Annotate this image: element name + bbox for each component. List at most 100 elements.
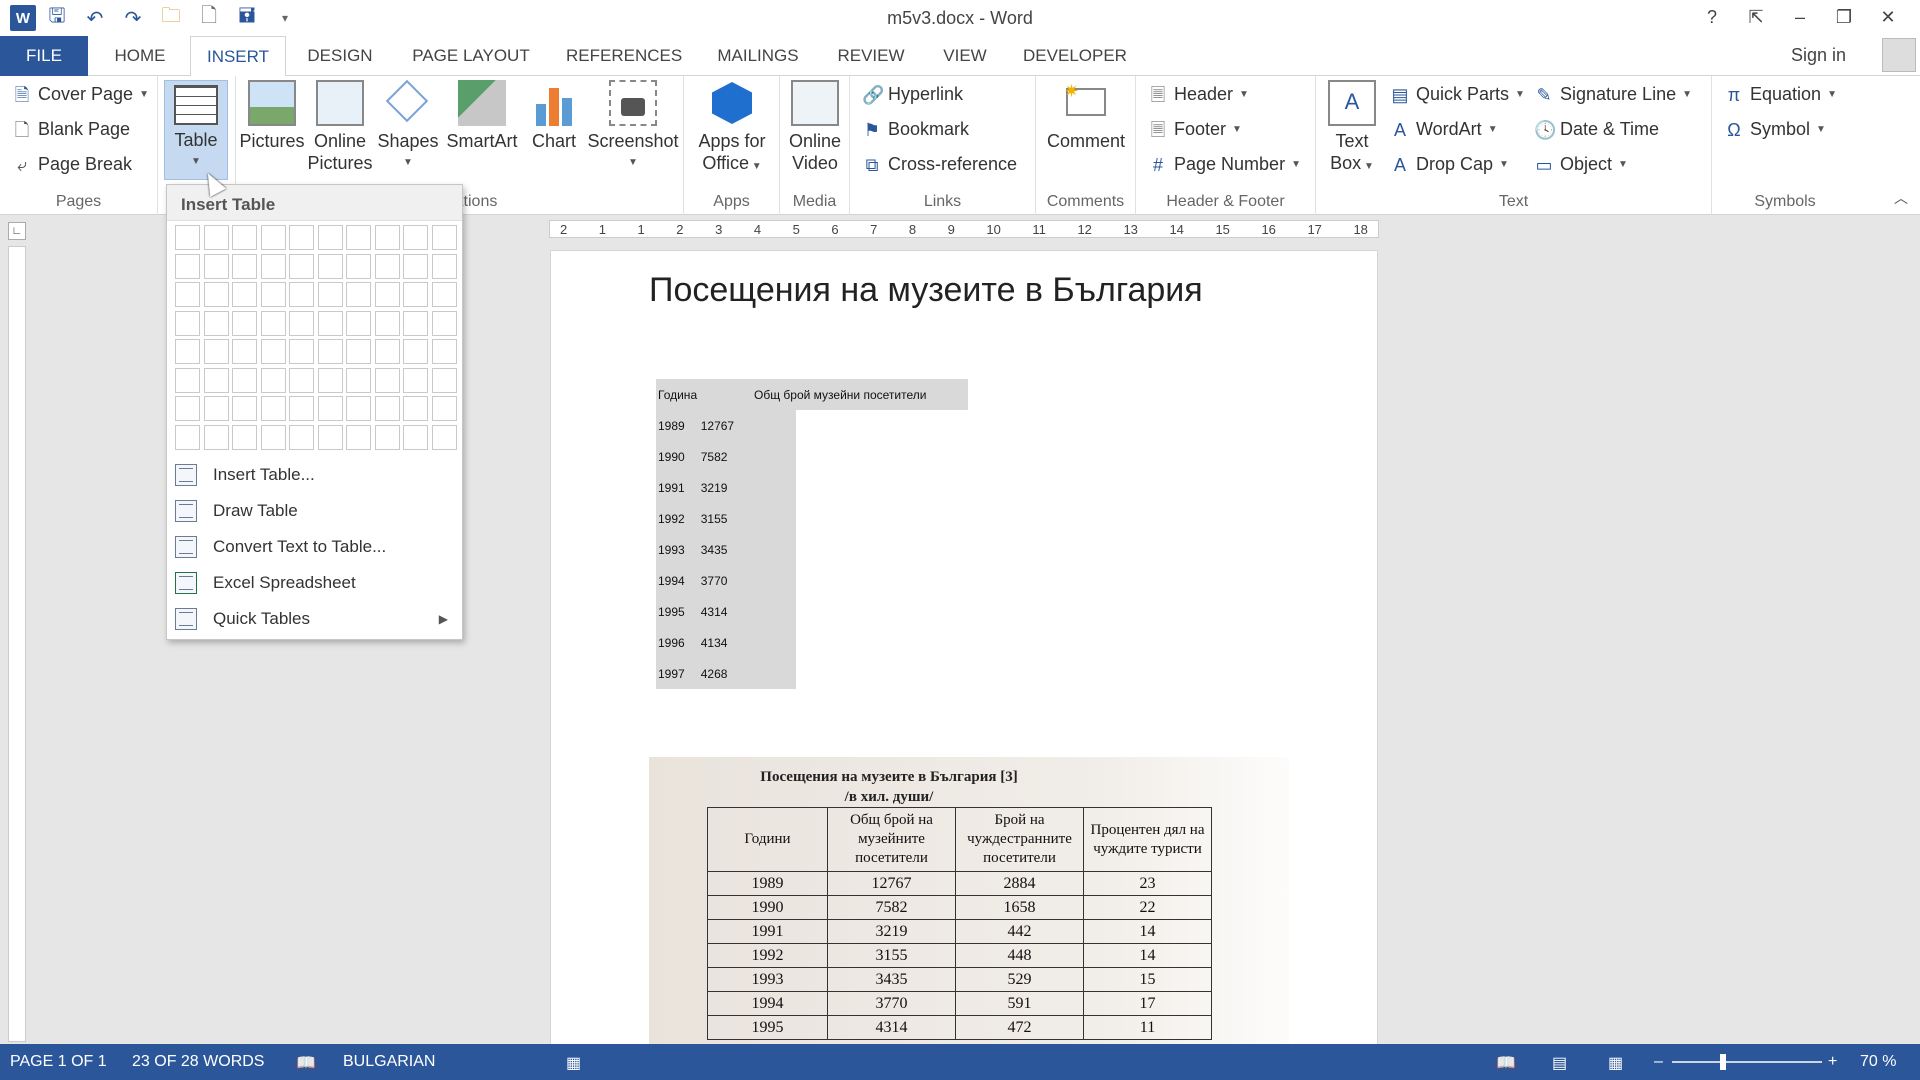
table-grid-cell[interactable] [403,339,428,364]
table-grid-cell[interactable] [431,424,457,450]
table-grid-cell[interactable] [260,253,286,279]
data-table[interactable]: Година Общ брой музейни посетители 1989 1… [656,379,968,689]
table-grid-cell[interactable] [317,282,343,307]
tab-mailings[interactable]: MAILINGS [712,36,804,76]
table-grid-cell[interactable] [431,225,457,250]
minimize-icon[interactable]: – [1778,2,1822,32]
drop-cap-button[interactable]: A Drop Cap ▼ [1390,154,1509,175]
table-grid-cell[interactable] [431,339,457,364]
table-grid-cell[interactable] [403,424,428,450]
table-grid-cell[interactable] [317,367,343,393]
table-grid-cell[interactable] [431,310,457,336]
table-grid-cell[interactable] [374,339,400,364]
table-grid-cell[interactable] [374,367,400,393]
table-grid-cell[interactable] [175,424,200,450]
tab-home[interactable]: HOME [102,36,178,76]
table-grid-cell[interactable] [232,396,257,421]
pictures-button[interactable]: Pictures [239,80,305,152]
status-page[interactable]: PAGE 1 OF 1 [10,1053,107,1071]
table-grid-cell[interactable] [317,339,343,364]
close-icon[interactable]: ✕ [1866,2,1910,32]
table-grid-cell[interactable] [374,310,400,336]
print-layout-icon[interactable]: ▤ [1552,1053,1567,1073]
table-grid-cell[interactable] [232,310,257,336]
table-grid-cell[interactable] [232,253,257,279]
table-grid-cell[interactable] [289,339,314,364]
table-grid-cell[interactable] [232,225,257,250]
online-pictures-button[interactable]: Online Pictures [307,80,373,174]
menu-item-draw-table[interactable]: Draw Table [167,494,462,528]
equation-button[interactable]: π Equation ▼ [1724,84,1837,105]
status-language[interactable]: BULGARIAN [343,1053,435,1071]
header-button[interactable]: 🗏 Header ▼ [1148,84,1249,105]
zoom-slider[interactable] [1672,1061,1822,1063]
restore-icon[interactable]: ❐ [1822,2,1866,32]
table-grid-cell[interactable] [289,396,314,421]
tab-page-layout[interactable]: PAGE LAYOUT [406,36,536,76]
zoom-level[interactable]: 70 % [1860,1053,1896,1071]
blank-page-button[interactable]: 🗋 Blank Page [12,119,130,140]
tab-file[interactable]: FILE [0,36,88,76]
table-grid-cell[interactable] [203,225,229,250]
table-grid-cell[interactable] [346,282,371,307]
table-grid-cell[interactable] [317,225,343,250]
table-grid-cell[interactable] [403,253,428,279]
tab-references[interactable]: REFERENCES [566,36,682,76]
tab-design[interactable]: DESIGN [300,36,380,76]
document-page[interactable]: Посещения на музеите в България Година О… [550,250,1378,1046]
table-grid-cell[interactable] [175,225,200,250]
tab-developer[interactable]: DEVELOPER [1022,36,1128,76]
table-grid-cell[interactable] [203,367,229,393]
macro-record-icon[interactable]: ▦ [566,1053,581,1073]
table-grid-cell[interactable] [346,253,371,279]
help-icon[interactable]: ? [1690,2,1734,32]
date-time-button[interactable]: 🕓 Date & Time [1534,119,1659,140]
status-words[interactable]: 23 OF 28 WORDS [132,1053,264,1071]
table-grid-cell[interactable] [317,253,343,279]
zoom-out-button[interactable]: – [1654,1053,1663,1071]
table-grid-cell[interactable] [175,396,200,421]
footer-button[interactable]: 🗏 Footer ▼ [1148,119,1242,140]
comment-button[interactable]: ✷ Comment [1044,80,1128,152]
vertical-ruler[interactable] [8,246,26,1042]
table-grid-cell[interactable] [232,282,257,307]
table-grid-cell[interactable] [289,424,314,450]
screenshot-button[interactable]: Screenshot ▼ [587,80,679,174]
table-grid-cell[interactable] [374,424,400,450]
table-grid-cell[interactable] [260,225,286,250]
table-grid-cell[interactable] [403,367,428,393]
shapes-button[interactable]: Shapes ▼ [377,79,439,174]
table-grid-cell[interactable] [289,367,314,393]
table-grid-cell[interactable] [203,339,229,364]
table-grid-cell[interactable] [232,339,257,364]
table-grid-cell[interactable] [203,310,229,336]
object-button[interactable]: ▭ Object ▼ [1534,154,1627,175]
table-grid-cell[interactable] [431,253,457,279]
tab-view[interactable]: VIEW [938,36,992,76]
table-grid-cell[interactable] [346,225,371,250]
bookmark-button[interactable]: ⚑ Bookmark [862,119,969,140]
table-grid-cell[interactable] [175,310,200,336]
smartart-button[interactable]: SmartArt [444,80,520,152]
chart-button[interactable]: Chart [526,80,582,152]
table-grid-cell[interactable] [175,367,200,393]
zoom-in-button[interactable]: + [1828,1053,1837,1071]
horizontal-ruler[interactable]: 2 1 1 2 3 4 5 6 7 8 9 10 11 12 13 14 15 16 17 18 [549,220,1379,238]
table-grid-cell[interactable] [374,282,400,307]
symbol-button[interactable]: Ω Symbol ▼ [1724,119,1826,140]
table-button[interactable]: Table ▼ [164,80,228,180]
text-box-button[interactable]: A Text Box ▼ [1324,80,1380,178]
table-grid-cell[interactable] [346,424,371,450]
menu-item-convert-text-to-table[interactable]: Convert Text to Table... [167,530,462,564]
table-grid-cell[interactable] [260,339,286,364]
tab-insert[interactable]: INSERT [190,36,286,77]
table-grid-cell[interactable] [203,282,229,307]
cover-page-button[interactable]: 🗎 Cover Page ▼ [12,84,149,105]
table-grid-cell[interactable] [203,424,229,450]
table-grid-cell[interactable] [232,424,257,450]
table-grid-cell[interactable] [317,396,343,421]
sign-in-link[interactable]: Sign in [1791,45,1846,66]
avatar[interactable] [1882,38,1916,72]
table-grid-cell[interactable] [232,367,257,393]
table-grid-cell[interactable] [403,396,428,421]
